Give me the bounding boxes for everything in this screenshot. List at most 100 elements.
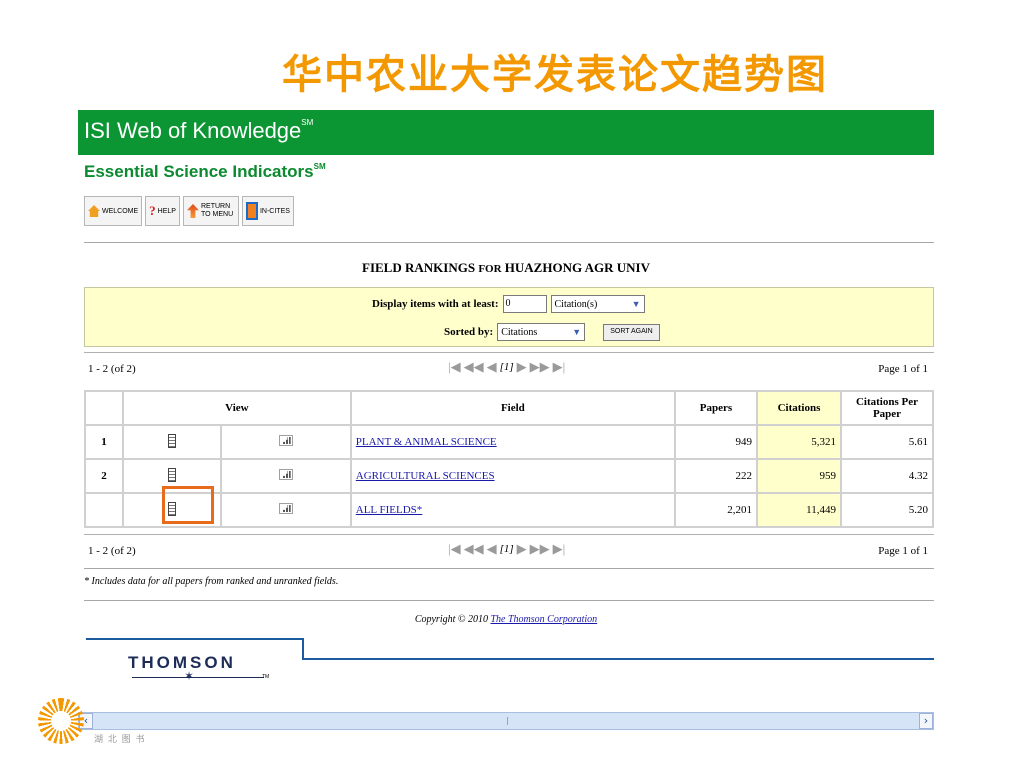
citations-header[interactable]: Citations <box>756 390 842 426</box>
field-link[interactable]: PLANT & ANIMAL SCIENCE <box>356 436 497 448</box>
filter-panel: Display items with at least: 0 Citation(… <box>84 287 934 347</box>
next-page-icon[interactable]: ▶ <box>517 541 527 557</box>
isi-brand: ISI Web of Knowledge <box>84 118 302 143</box>
next-ten-icon[interactable]: ▶▶ <box>530 359 550 375</box>
papers-cell: 222 <box>674 458 758 494</box>
rank-cell: 1 <box>84 424 124 460</box>
display-label: Display items with at least: <box>372 298 499 310</box>
field-header: Field <box>349 390 677 426</box>
trend-chart-button[interactable] <box>219 424 352 460</box>
bar-chart-icon <box>278 503 293 514</box>
citations-cell: 5,321 <box>756 424 842 460</box>
papers-header[interactable]: Papers <box>674 390 758 426</box>
table-header: View Field Papers Citations Citations Pe… <box>84 390 934 426</box>
last-page-icon[interactable]: ▶| <box>553 359 566 375</box>
copyright-text: Copyright © 2010 <box>414 614 491 625</box>
prev-page-icon[interactable]: ◀ <box>487 541 497 557</box>
min-count-input[interactable]: 0 <box>502 295 547 313</box>
nav-buttons: WELCOME ? HELP RETURN TO MENU IN-CITES <box>84 196 294 226</box>
report-title-end: HUAZHONG AGR UNIV <box>501 260 650 275</box>
field-link[interactable]: ALL FIELDS* <box>356 504 423 516</box>
prev-page-icon[interactable]: ◀ <box>487 359 497 375</box>
first-page-icon[interactable]: |◀ <box>448 541 461 557</box>
esi-title: Essential Science IndicatorsSM <box>84 162 326 182</box>
footer-line <box>302 658 934 660</box>
scroll-thumb[interactable] <box>507 717 508 725</box>
current-page: [1] <box>499 543 514 555</box>
citations-cell: 11,449 <box>756 492 842 528</box>
report-title-for: FOR <box>478 263 502 275</box>
isi-header: ISI Web of KnowledgeSM <box>78 110 934 155</box>
report-title: FIELD RANKINGS FOR HUAZHONG AGR UNIV <box>78 260 934 276</box>
page-of: Page 1 of 1 <box>878 545 928 557</box>
papers-list-button[interactable] <box>122 492 222 528</box>
star-icon: ✶ <box>184 669 195 683</box>
last-page-icon[interactable]: ▶| <box>553 541 566 557</box>
return-to-menu-button[interactable]: RETURN TO MENU <box>182 196 239 226</box>
home-icon <box>88 205 100 217</box>
pager-top: 1 - 2 (of 2) |◀ ◀◀ ◀ [1] ▶ ▶▶ ▶| Page 1 … <box>84 352 934 382</box>
chevron-down-icon: ▼ <box>572 327 582 337</box>
help-label: HELP <box>157 207 176 215</box>
pager-controls: |◀ ◀◀ ◀ [1] ▶ ▶▶ ▶| <box>448 541 565 557</box>
footnote: * Includes data for all papers from rank… <box>84 576 339 587</box>
field-link[interactable]: AGRICULTURAL SCIENCES <box>356 470 495 482</box>
prev-ten-icon[interactable]: ◀◀ <box>464 541 484 557</box>
first-page-icon[interactable]: |◀ <box>448 359 461 375</box>
report-title-main: FIELD RANKINGS <box>362 260 479 275</box>
library-logo-text: 湖 北 图 书 <box>94 735 146 745</box>
help-icon: ? <box>149 203 156 218</box>
papers-list-button[interactable] <box>122 424 222 460</box>
pager-bottom: 1 - 2 (of 2) |◀ ◀◀ ◀ [1] ▶ ▶▶ ▶| Page 1 … <box>84 534 934 564</box>
document-icon <box>167 501 176 516</box>
citations-cell: 959 <box>756 458 842 494</box>
trend-chart-button[interactable] <box>219 492 352 528</box>
isi-brand-sup: SM <box>301 118 314 127</box>
incites-label: IN-CITES <box>259 207 290 215</box>
pager-controls: |◀ ◀◀ ◀ [1] ▶ ▶▶ ▶| <box>448 359 565 375</box>
copyright: Copyright © 2010 The Thomson Corporation <box>78 614 934 625</box>
cpp-header[interactable]: Citations Per Paper <box>840 390 934 426</box>
cpp-cell: 4.32 <box>840 458 934 494</box>
welcome-label: WELCOME <box>102 207 139 215</box>
trend-chart-button[interactable] <box>219 458 352 494</box>
unit-select[interactable]: Citation(s) ▼ <box>550 295 645 313</box>
prev-ten-icon[interactable]: ◀◀ <box>464 359 484 375</box>
current-page: [1] <box>499 361 514 373</box>
sort-again-button[interactable]: SORT AGAIN <box>603 323 660 341</box>
table-row: 2 AGRICULTURAL SCIENCES 222 959 4.32 <box>84 458 934 494</box>
next-page-icon[interactable]: ▶ <box>517 359 527 375</box>
result-count: 1 - 2 (of 2) <box>88 363 136 375</box>
rank-header <box>84 390 124 426</box>
esi-brand-sup: SM <box>313 162 326 171</box>
bar-chart-icon <box>278 469 293 480</box>
scroll-right-icon[interactable]: › <box>919 713 933 729</box>
papers-list-button[interactable] <box>122 458 222 494</box>
table-row: ALL FIELDS* 2,201 11,449 5.20 <box>84 492 934 528</box>
unit-select-value: Citation(s) <box>554 298 598 310</box>
sort-select[interactable]: Citations ▼ <box>497 323 586 341</box>
result-count: 1 - 2 (of 2) <box>88 545 136 557</box>
field-cell: AGRICULTURAL SCIENCES <box>349 458 677 494</box>
thomson-link[interactable]: The Thomson Corporation <box>490 614 597 625</box>
in-cites-button[interactable]: IN-CITES <box>241 196 294 226</box>
incites-icon <box>245 202 258 220</box>
trademark-mark: TM <box>262 674 270 680</box>
bar-chart-icon <box>278 435 293 446</box>
welcome-button[interactable]: WELCOME <box>84 196 143 226</box>
divider <box>84 600 934 601</box>
field-cell: PLANT & ANIMAL SCIENCE <box>349 424 677 460</box>
rank-cell: 2 <box>84 458 124 494</box>
return-label: RETURN TO MENU <box>200 203 234 218</box>
library-logo <box>38 698 84 744</box>
table-row: 1 PLANT & ANIMAL SCIENCE 949 5,321 5.61 <box>84 424 934 460</box>
next-ten-icon[interactable]: ▶▶ <box>530 541 550 557</box>
horizontal-scrollbar[interactable]: ‹ › <box>78 712 934 730</box>
field-rankings-table: View Field Papers Citations Citations Pe… <box>84 390 934 528</box>
view-header: View <box>122 390 352 426</box>
help-button[interactable]: ? HELP <box>145 196 180 226</box>
return-icon <box>186 204 199 218</box>
sort-row: Sorted by: Citations ▼ SORT AGAIN <box>444 323 660 341</box>
divider <box>84 568 934 569</box>
chevron-down-icon: ▼ <box>631 299 641 309</box>
